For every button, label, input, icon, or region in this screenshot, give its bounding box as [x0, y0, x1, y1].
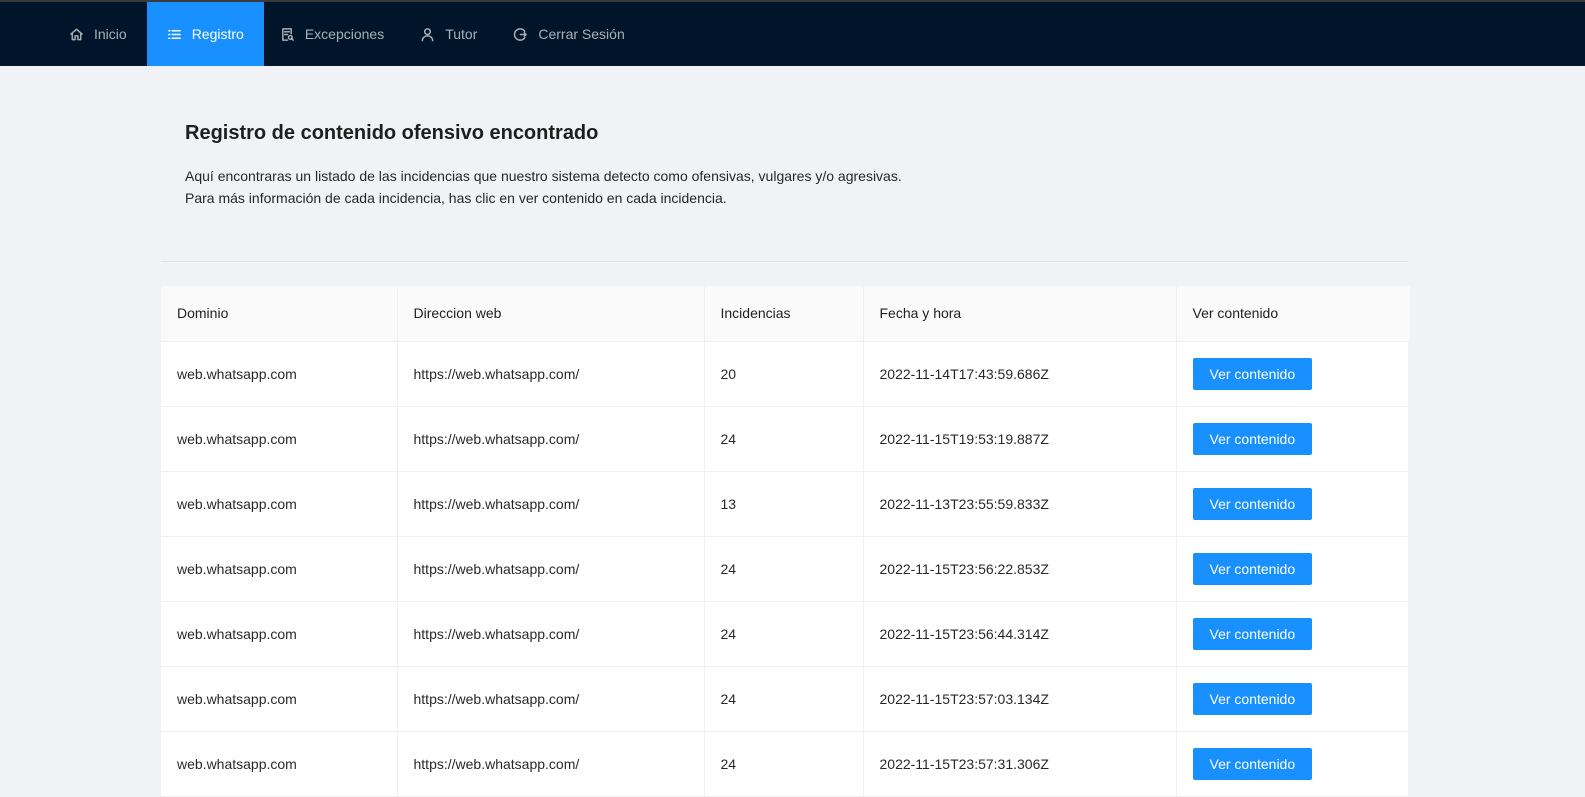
cell-dominio: web.whatsapp.com [161, 471, 398, 537]
cell-dominio: web.whatsapp.com [161, 406, 398, 472]
page-title: Registro de contenido ofensivo encontrad… [185, 122, 599, 144]
home-icon [70, 28, 83, 40]
cell-direccion-web: https://web.whatsapp.com/ [397, 341, 705, 407]
user-icon [421, 27, 434, 41]
ver-contenido-button[interactable]: Ver contenido [1192, 682, 1313, 715]
incidents-table-container: Dominio Direccion web Incidencias Fecha … [161, 286, 1410, 797]
table-row: web.whatsapp.com https://web.whatsapp.co… [161, 471, 1410, 537]
intro-section: Registro de contenido ofensivo encontrad… [161, 66, 1408, 262]
table-row: web.whatsapp.com https://web.whatsapp.co… [161, 341, 1410, 407]
nav-item-label: Tutor [445, 26, 478, 42]
ver-contenido-button[interactable]: Ver contenido [1192, 617, 1313, 650]
cell-direccion-web: https://web.whatsapp.com/ [397, 601, 705, 667]
cell-actions: Ver contenido [1176, 536, 1410, 602]
nav-item-tutor[interactable]: Tutor [404, 2, 497, 66]
top-navigation-bar: Inicio Registro Excepciones Tutor Cerrar… [0, 0, 1585, 66]
cell-fecha-hora: 2022-11-13T23:55:59.833Z [863, 471, 1177, 537]
cell-incidencias: 24 [704, 406, 864, 472]
nav-item-cerrar-sesion[interactable]: Cerrar Sesión [497, 2, 644, 66]
cell-dominio: web.whatsapp.com [161, 666, 398, 732]
cell-dominio: web.whatsapp.com [161, 601, 398, 667]
cell-direccion-web: https://web.whatsapp.com/ [397, 731, 705, 797]
cell-dominio: web.whatsapp.com [161, 341, 398, 407]
cell-direccion-web: https://web.whatsapp.com/ [397, 471, 705, 537]
cell-dominio: web.whatsapp.com [161, 536, 398, 602]
table-row: web.whatsapp.com https://web.whatsapp.co… [161, 406, 1410, 472]
page-description-line1: Aquí encontraras un listado de las incid… [185, 168, 902, 184]
column-header-fecha-hora: Fecha y hora [863, 286, 1177, 342]
ver-contenido-button[interactable]: Ver contenido [1192, 422, 1313, 455]
cell-incidencias: 20 [704, 341, 864, 407]
cell-direccion-web: https://web.whatsapp.com/ [397, 406, 705, 472]
cell-fecha-hora: 2022-11-15T19:53:19.887Z [863, 406, 1177, 472]
cell-actions: Ver contenido [1176, 406, 1410, 472]
cell-incidencias: 24 [704, 731, 864, 797]
cell-incidencias: 24 [704, 666, 864, 732]
nav-item-label: Cerrar Sesión [538, 26, 625, 42]
column-header-ver-contenido: Ver contenido [1176, 286, 1410, 342]
cell-actions: Ver contenido [1176, 471, 1410, 537]
cell-incidencias: 24 [704, 536, 864, 602]
table-row: web.whatsapp.com https://web.whatsapp.co… [161, 731, 1410, 797]
nav-item-excepciones[interactable]: Excepciones [264, 2, 404, 66]
cell-actions: Ver contenido [1176, 666, 1410, 732]
column-header-incidencias: Incidencias [704, 286, 864, 342]
nav-item-label: Registro [191, 26, 244, 42]
nav-item-label: Excepciones [304, 26, 385, 42]
table-row: web.whatsapp.com https://web.whatsapp.co… [161, 666, 1410, 732]
cell-fecha-hora: 2022-11-15T23:56:44.314Z [863, 601, 1177, 667]
page-description-line2: Para más información de cada incidencia,… [185, 190, 727, 206]
cell-fecha-hora: 2022-11-15T23:57:03.134Z [863, 666, 1177, 732]
cell-incidencias: 13 [704, 471, 864, 537]
list-icon [167, 29, 181, 39]
cell-incidencias: 24 [704, 601, 864, 667]
ver-contenido-button[interactable]: Ver contenido [1192, 487, 1313, 520]
cell-actions: Ver contenido [1176, 341, 1410, 407]
table-row: web.whatsapp.com https://web.whatsapp.co… [161, 601, 1410, 667]
incidents-table: Dominio Direccion web Incidencias Fecha … [161, 286, 1410, 797]
cell-fecha-hora: 2022-11-14T17:43:59.686Z [863, 341, 1177, 407]
cell-actions: Ver contenido [1176, 731, 1410, 797]
file-search-icon [281, 27, 294, 41]
table-row: web.whatsapp.com https://web.whatsapp.co… [161, 536, 1410, 602]
cell-direccion-web: https://web.whatsapp.com/ [397, 666, 705, 732]
nav-item-label: Inicio [94, 26, 127, 42]
ver-contenido-button[interactable]: Ver contenido [1192, 747, 1313, 780]
ver-contenido-button[interactable]: Ver contenido [1192, 552, 1313, 585]
cell-fecha-hora: 2022-11-15T23:56:22.853Z [863, 536, 1177, 602]
logout-icon [514, 27, 528, 41]
main-content: Registro de contenido ofensivo encontrad… [0, 66, 1585, 797]
cell-direccion-web: https://web.whatsapp.com/ [397, 536, 705, 602]
column-header-dominio: Dominio [161, 286, 398, 342]
table-header-row: Dominio Direccion web Incidencias Fecha … [161, 286, 1410, 342]
column-header-direccion-web: Direccion web [397, 286, 705, 342]
ver-contenido-button[interactable]: Ver contenido [1192, 357, 1313, 390]
cell-actions: Ver contenido [1176, 601, 1410, 667]
cell-dominio: web.whatsapp.com [161, 731, 398, 797]
nav-item-inicio[interactable]: Inicio [53, 2, 147, 66]
cell-fecha-hora: 2022-11-15T23:57:31.306Z [863, 731, 1177, 797]
nav-item-registro[interactable]: Registro [146, 2, 264, 66]
